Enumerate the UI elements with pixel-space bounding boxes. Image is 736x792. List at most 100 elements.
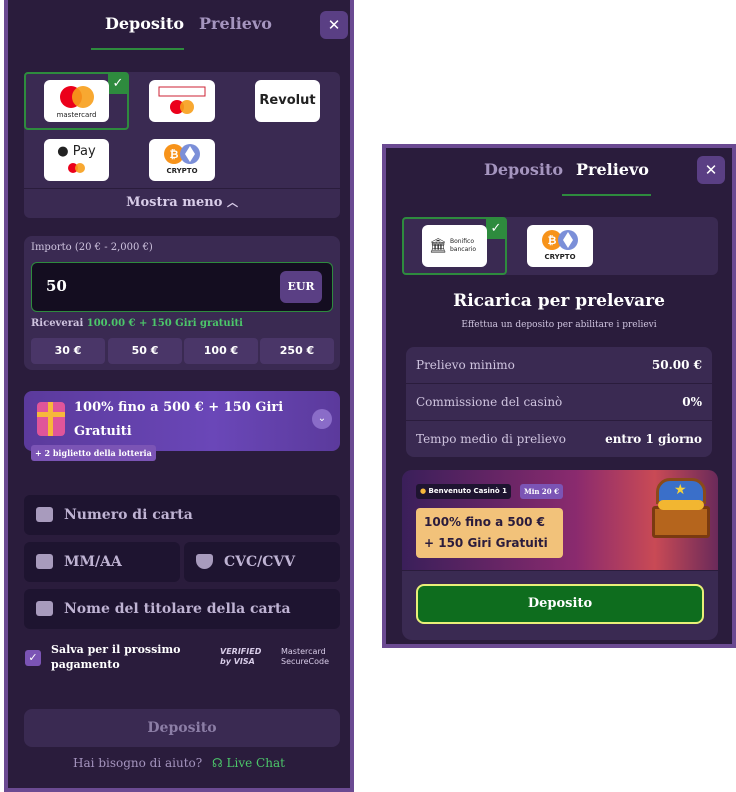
method-mastercard[interactable]: mastercard bbox=[44, 80, 109, 122]
method-apple-pay[interactable]: ● Pay bbox=[44, 139, 109, 181]
bonus-card[interactable]: 100% fino a 500 € + 150 Giri Gratuiti ⌄ bbox=[24, 391, 340, 451]
chevron-up-icon: ︿ bbox=[226, 196, 238, 209]
card-holder-placeholder: Nome del titolare della carta bbox=[64, 601, 291, 617]
method-crypto[interactable]: ₿ CRYPTO bbox=[527, 225, 593, 267]
show-less-label: Mostra meno bbox=[126, 195, 223, 210]
currency-selector[interactable]: EUR bbox=[280, 271, 322, 303]
divider bbox=[402, 570, 718, 571]
mastercard-securecode-logo: Mastercard SecureCode bbox=[281, 647, 329, 666]
live-chat-label: Live Chat bbox=[226, 756, 285, 770]
card-number-field[interactable]: Numero di carta bbox=[24, 495, 340, 535]
method-revolut[interactable]: Revolut bbox=[255, 80, 320, 122]
show-less-toggle[interactable]: Mostra meno ︿ bbox=[24, 194, 340, 210]
close-button[interactable]: ✕ bbox=[697, 156, 725, 184]
info-value: entro 1 giorno bbox=[605, 432, 702, 446]
expiry-field[interactable]: MM/AA bbox=[24, 542, 180, 582]
calendar-icon bbox=[36, 554, 53, 569]
receive-value: 100.00 € + 150 Giri gratuiti bbox=[86, 318, 243, 329]
card-holder-field[interactable]: Nome del titolare della carta bbox=[24, 589, 340, 629]
info-row-avg-time: Tempo medio di prelievo entro 1 giorno bbox=[406, 421, 712, 457]
quick-amount-30[interactable]: 30 € bbox=[31, 338, 105, 364]
tab-bar: Deposito Prelievo bbox=[8, 0, 350, 52]
gift-icon bbox=[37, 402, 65, 436]
svg-text:₿: ₿ bbox=[170, 148, 179, 161]
withdraw-title: Ricarica per prelevare bbox=[453, 291, 665, 311]
quick-amount-50[interactable]: 50 € bbox=[108, 338, 182, 364]
tab-deposit[interactable]: Deposito bbox=[484, 160, 563, 179]
coin-icon: ● bbox=[420, 487, 427, 495]
save-label: Salva per il prossimo pagamento bbox=[51, 643, 181, 671]
method-label: CRYPTO bbox=[544, 253, 576, 261]
svg-text:₿: ₿ bbox=[548, 234, 557, 247]
active-tab-indicator bbox=[91, 48, 184, 50]
apple-icon: ● bbox=[57, 144, 69, 159]
tab-withdraw[interactable]: Prelievo bbox=[199, 14, 272, 33]
bank-icon: 🏛 bbox=[429, 238, 447, 254]
live-chat-link[interactable]: ☊ Live Chat bbox=[212, 756, 285, 770]
card-icon bbox=[36, 507, 53, 522]
check-icon: ✓ bbox=[108, 74, 128, 94]
method-bank-transfer[interactable]: 🏛 Bonifico bancario bbox=[422, 225, 487, 267]
cvc-placeholder: CVC/CVV bbox=[224, 554, 296, 570]
treasure-chest-icon: ★ bbox=[652, 478, 710, 540]
withdraw-methods: ✓ 🏛 Bonifico bancario ₿ CRYPTO bbox=[402, 217, 718, 275]
info-label: Prelievo minimo bbox=[416, 358, 515, 372]
tab-withdraw[interactable]: Prelievo bbox=[576, 160, 649, 179]
bonus-text: 100% fino a 500 € + 150 Giri Gratuiti bbox=[74, 400, 284, 439]
method-label: mastercard bbox=[56, 111, 97, 119]
tab-deposit[interactable]: Deposito bbox=[105, 14, 184, 33]
cvc-field[interactable]: CVC/CVV bbox=[184, 542, 340, 582]
divider bbox=[24, 188, 340, 189]
info-label: Commissione del casinò bbox=[416, 395, 563, 409]
method-maestro[interactable] bbox=[149, 80, 215, 122]
expiry-placeholder: MM/AA bbox=[64, 554, 122, 570]
id-card-icon bbox=[36, 601, 53, 616]
amount-label: Importo (20 € - 2,000 €) bbox=[31, 242, 153, 253]
close-icon: ✕ bbox=[327, 16, 341, 34]
receive-info: Riceverai 100.00 € + 150 Giri gratuiti bbox=[31, 318, 243, 329]
info-row-fee: Commissione del casinò 0% bbox=[406, 384, 712, 420]
receive-prefix: Riceverai bbox=[31, 318, 84, 329]
method-label: CRYPTO bbox=[166, 167, 198, 175]
active-tab-indicator bbox=[562, 194, 651, 196]
deposit-button[interactable]: Deposito bbox=[416, 584, 704, 624]
crypto-icon: ₿ bbox=[164, 144, 200, 164]
payment-methods: ✓ mastercard Revolut ● Pay ₿ CRYPTO Most… bbox=[24, 72, 340, 218]
info-value: 0% bbox=[682, 395, 702, 409]
withdraw-subtitle: Effettua un deposito per abilitare i pre… bbox=[461, 320, 657, 330]
chevron-down-icon[interactable]: ⌄ bbox=[312, 409, 332, 429]
crypto-icon: ₿ bbox=[542, 230, 578, 250]
info-value: 50.00 € bbox=[651, 358, 702, 372]
promo-badge: ● Benvenuto Casinò 1 bbox=[416, 484, 512, 499]
promo-card: ● Benvenuto Casinò 1 Min 20 € 100% fino … bbox=[402, 470, 718, 640]
card-number-placeholder: Numero di carta bbox=[64, 507, 193, 523]
quick-amount-100[interactable]: 100 € bbox=[184, 338, 258, 364]
amount-section: Importo (20 € - 2,000 €) 50 EUR Ricevera… bbox=[24, 236, 340, 370]
save-checkbox[interactable]: ✓ bbox=[25, 650, 41, 666]
help-line: Hai bisogno di aiuto? ☊ Live Chat bbox=[8, 756, 350, 770]
headset-icon: ☊ bbox=[212, 756, 223, 770]
deposit-submit-button[interactable]: Deposito bbox=[24, 709, 340, 747]
check-icon: ✓ bbox=[486, 219, 506, 239]
shield-icon bbox=[196, 554, 213, 569]
method-label: Bonifico bancario bbox=[450, 238, 477, 253]
help-text: Hai bisogno di aiuto? bbox=[73, 756, 203, 770]
verified-by-visa-logo: VERIFIED by VISA bbox=[220, 647, 262, 666]
deposit-panel: Deposito Prelievo ✕ ✓ mastercard Revolut… bbox=[4, 0, 354, 792]
promo-text: 100% fino a 500 € + 150 Giri Gratuiti bbox=[416, 508, 563, 558]
quick-amount-250[interactable]: 250 € bbox=[260, 338, 334, 364]
info-row-min-withdrawal: Prelievo minimo 50.00 € bbox=[406, 347, 712, 383]
mastercard-icon bbox=[59, 86, 94, 108]
method-crypto[interactable]: ₿ CRYPTO bbox=[149, 139, 215, 181]
lottery-badge: + 2 biglietto della lotteria bbox=[31, 445, 156, 461]
amount-value: 50 bbox=[46, 277, 67, 295]
withdraw-panel: Deposito Prelievo ✕ ✓ 🏛 Bonifico bancari… bbox=[382, 144, 736, 648]
close-icon: ✕ bbox=[704, 161, 718, 179]
tab-bar: Deposito Prelievo bbox=[386, 148, 732, 200]
info-label: Tempo medio di prelievo bbox=[416, 432, 566, 446]
close-button[interactable]: ✕ bbox=[320, 11, 348, 39]
method-label: Pay bbox=[72, 144, 96, 159]
mastercard-icon bbox=[67, 163, 85, 173]
promo-min-badge: Min 20 € bbox=[520, 484, 563, 499]
amount-input[interactable]: 50 EUR bbox=[31, 262, 333, 312]
